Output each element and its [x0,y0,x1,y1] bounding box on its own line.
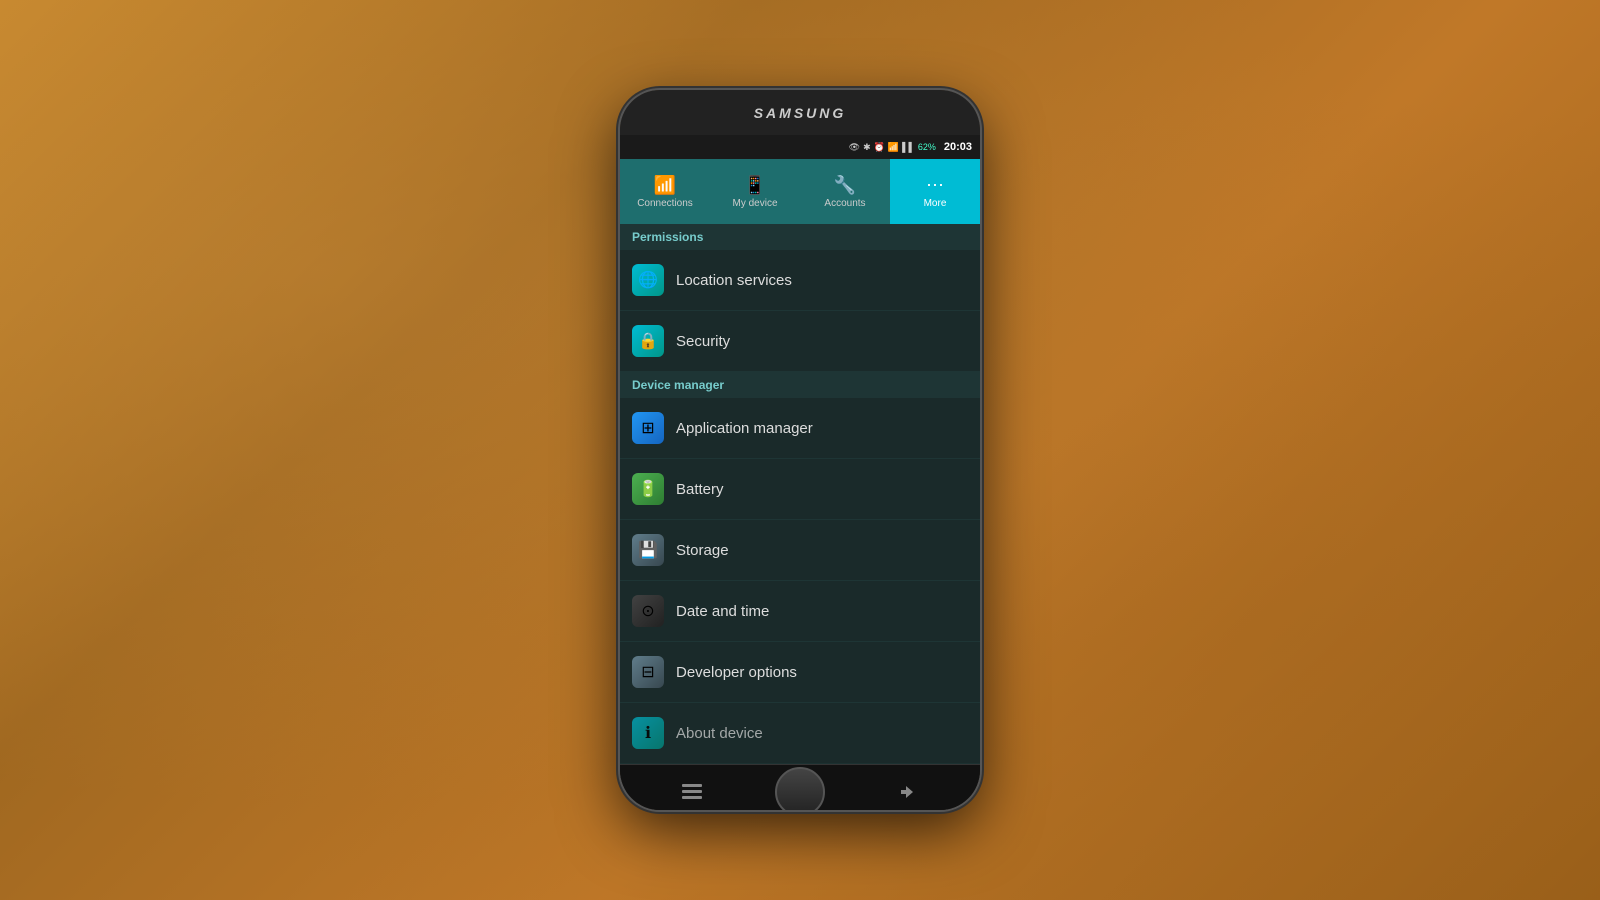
signal-icon: ▌▌ [902,142,915,152]
status-icons: 👁 ✱ ⏰ 📶 ▌▌ 62% [849,142,936,153]
screen-content: Permissions 🌐 Location services 🔒 Securi… [620,224,980,764]
wifi-icon: 📶 [888,142,899,153]
menu-item-security[interactable]: 🔒 Security [620,311,980,372]
status-bar: 👁 ✱ ⏰ 📶 ▌▌ 62% 20:03 [620,135,980,159]
battery-level: 62% [918,142,936,152]
connections-label: Connections [637,198,693,209]
section-header-device-manager: Device manager [620,372,980,398]
menu-button[interactable] [672,777,712,807]
menu-item-battery[interactable]: 🔋 Battery [620,459,980,520]
samsung-logo: SAMSUNG [754,105,847,121]
application-manager-label: Application manager [676,420,813,437]
more-icon: ⋯ [926,175,944,196]
location-services-icon: 🌐 [632,264,664,296]
menu-item-storage[interactable]: 💾 Storage [620,520,980,581]
clock: 20:03 [944,141,972,153]
storage-label: Storage [676,542,729,559]
tab-connections[interactable]: 📶 Connections [620,159,710,224]
bottom-nav [620,764,980,810]
tab-more[interactable]: ⋯ More [890,159,980,224]
menu-item-about-device[interactable]: ℹ About device [620,703,980,764]
security-icon: 🔒 [632,325,664,357]
date-time-icon: ⊙ [632,595,664,627]
phone-body: SAMSUNG 👁 ✱ ⏰ 📶 ▌▌ 62% 20:03 📶 Connectio… [620,90,980,810]
my-device-icon: 📱 [744,175,766,196]
my-device-label: My device [732,198,777,209]
battery-label: Battery [676,481,724,498]
location-services-label: Location services [676,272,792,289]
more-label: More [924,198,947,209]
storage-icon: 💾 [632,534,664,566]
section-header-permissions: Permissions [620,224,980,250]
menu-item-date-and-time[interactable]: ⊙ Date and time [620,581,980,642]
alarm-icon: ⏰ [874,142,885,153]
back-button[interactable] [888,777,928,807]
about-device-icon: ℹ [632,717,664,749]
about-device-label: About device [676,725,763,742]
battery-icon: 🔋 [632,473,664,505]
accounts-label: Accounts [824,198,865,209]
bluetooth-icon: ✱ [863,142,871,153]
connections-icon: 📶 [654,175,676,196]
tab-bar: 📶 Connections 📱 My device 🔧 Accounts ⋯ M… [620,159,980,224]
date-time-label: Date and time [676,603,769,620]
menu-item-location-services[interactable]: 🌐 Location services [620,250,980,311]
screen-icon: 👁 [849,142,860,153]
security-label: Security [676,333,730,350]
application-manager-icon: ⊞ [632,412,664,444]
home-button[interactable] [775,767,825,810]
menu-item-application-manager[interactable]: ⊞ Application manager [620,398,980,459]
phone-container: SAMSUNG 👁 ✱ ⏰ 📶 ▌▌ 62% 20:03 📶 Connectio… [620,90,980,810]
tab-my-device[interactable]: 📱 My device [710,159,800,224]
tab-accounts[interactable]: 🔧 Accounts [800,159,890,224]
accounts-icon: 🔧 [834,175,856,196]
menu-item-developer-options[interactable]: ⊟ Developer options [620,642,980,703]
phone-top: SAMSUNG [620,90,980,135]
developer-options-icon: ⊟ [632,656,664,688]
developer-options-label: Developer options [676,664,797,681]
